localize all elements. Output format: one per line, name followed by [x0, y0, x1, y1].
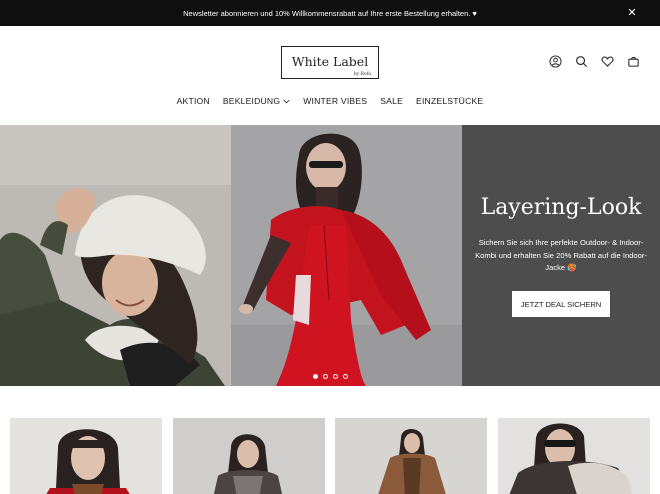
site-header: White Label by Rofa AKTION BEKLEIDUNG WI… [0, 26, 660, 125]
nav-label: AKTION [176, 96, 210, 106]
chevron-down-icon [283, 99, 290, 103]
announcement-text: Newsletter abonnieren und 10% Willkommen… [183, 8, 477, 18]
product-image [173, 418, 325, 494]
product-card[interactable] [498, 418, 650, 494]
nav-item-winter-vibes[interactable]: WINTER VIBES [303, 96, 367, 106]
nav-label: SALE [380, 96, 404, 106]
product-image [10, 418, 162, 494]
nav-label: BEKLEIDUNG [222, 96, 281, 106]
carousel-dot[interactable] [313, 374, 318, 379]
search-icon[interactable] [575, 55, 588, 68]
product-card[interactable] [10, 418, 162, 494]
hero-image-middle [231, 125, 462, 386]
nav-item-aktion[interactable]: AKTION [177, 96, 210, 106]
main-nav: AKTION BEKLEIDUNG WINTER VIBES SALE EINZ… [0, 96, 660, 106]
nav-item-bekleidung[interactable]: BEKLEIDUNG [223, 96, 290, 106]
product-image [498, 418, 650, 494]
product-card[interactable] [335, 418, 487, 494]
header-icons [549, 55, 640, 68]
hero-title: Layering-Look [480, 195, 642, 220]
product-image [335, 418, 487, 494]
carousel-dot[interactable] [323, 374, 328, 379]
logo-byline: by Rofa [353, 72, 371, 77]
logo[interactable]: White Label by Rofa [281, 46, 379, 79]
nav-item-einzelstuecke[interactable]: EINZELSTÜCKE [416, 96, 483, 106]
hero-banner[interactable]: Layering-Look Sichern Sie sich Ihre perf… [0, 125, 660, 386]
nav-item-sale[interactable]: SALE [380, 96, 403, 106]
close-icon[interactable]: ✕ [626, 7, 638, 19]
carousel-dots [313, 374, 348, 379]
announcement-bar: Newsletter abonnieren und 10% Willkommen… [0, 0, 660, 26]
carousel-dot[interactable] [333, 374, 338, 379]
hero-cta-button[interactable]: JETZT DEAL SICHERN [512, 291, 610, 317]
logo-text: White Label [291, 54, 369, 69]
nav-label: EINZELSTÜCKE [416, 96, 484, 106]
hero-description: Sichern Sie sich Ihre perfekte Outdoor- … [475, 238, 647, 273]
cart-bag-icon[interactable] [627, 55, 640, 68]
product-card[interactable] [173, 418, 325, 494]
nav-label: WINTER VIBES [303, 96, 368, 106]
account-icon[interactable] [549, 55, 562, 68]
product-teaser-row [0, 386, 660, 494]
hero-image-left [0, 125, 231, 386]
wishlist-heart-icon[interactable] [601, 55, 614, 68]
carousel-dot[interactable] [343, 374, 348, 379]
